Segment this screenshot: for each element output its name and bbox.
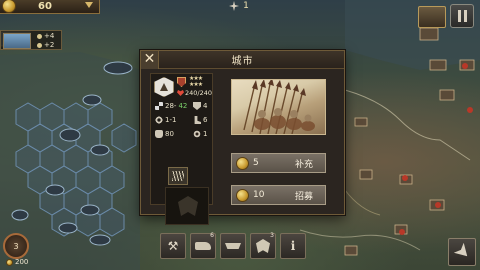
coin-icon [236, 188, 249, 202]
land-units-button[interactable]: 6 [190, 232, 216, 259]
kills-stat: 80 [155, 130, 174, 138]
unit-stats-panel: ★★★ ★★★ 240/240 28- 42 4 1-1 6 80 1 [150, 73, 213, 225]
range-icon [155, 116, 163, 124]
boot-icon [194, 116, 201, 124]
hp-row: 240/240 [177, 89, 212, 97]
unit-type-icon [154, 77, 174, 97]
rank-shield-icon [177, 77, 186, 87]
info-icon: i [290, 239, 296, 253]
coin-resource-bar[interactable]: 60 [0, 0, 100, 14]
end-turn-button[interactable] [448, 238, 476, 266]
coin-icon [236, 156, 249, 170]
coin-value: 60 [38, 1, 52, 12]
tank-icon [195, 242, 211, 250]
pause-icon [457, 10, 461, 22]
commander-level: 3 [13, 241, 19, 251]
shield-icon [193, 102, 201, 110]
coin-icon [6, 258, 13, 266]
city-dialog: 城市 ✕ ★★★ ★★★ 240/240 28- 42 4 1-1 6 80 1… [140, 50, 345, 225]
swords-icon [155, 102, 163, 110]
bottom-toolbar: ⚒ 6 3 i [160, 232, 320, 261]
dialog-header: 城市 [141, 51, 344, 69]
income-secondary-value: +2 [44, 41, 55, 49]
pause-button[interactable] [450, 4, 474, 28]
selected-tile-info[interactable]: +4 +2 [0, 30, 62, 50]
chevron-down-icon[interactable] [85, 2, 93, 8]
resupply-cost: 5 [253, 158, 259, 168]
faction-emblem-icon [165, 187, 209, 225]
movement-stat: 6 [193, 116, 207, 124]
air-units-button[interactable]: 3 [250, 232, 276, 259]
air-units-badge: 3 [270, 232, 274, 239]
recruit-button[interactable]: 10 招募 [231, 185, 326, 205]
ship-icon [225, 243, 241, 249]
emblem-icon [256, 239, 270, 253]
dialog-title: 城市 [231, 56, 254, 67]
hammer-icon: ⚒ [167, 239, 179, 253]
build-button[interactable]: ⚒ [160, 233, 186, 259]
resupply-label: 补充 [295, 159, 314, 170]
turn-counter: 1 [222, 0, 256, 12]
income-value: +4 [44, 32, 55, 40]
plane-icon [229, 1, 240, 11]
range-stat: 1-1 [155, 116, 176, 124]
turn-number: 1 [243, 1, 249, 11]
land-units-badge: 6 [210, 232, 214, 239]
defense-stat: 4 [193, 102, 207, 110]
tile-thumbnail [3, 33, 31, 49]
recruit-cost: 10 [253, 190, 265, 200]
unit-portrait [231, 79, 326, 135]
attack-stat: 28- 42 [155, 102, 187, 110]
commander-count: 200 [6, 258, 28, 266]
fist-icon [155, 130, 163, 138]
commander-avatar[interactable]: 3 [3, 233, 29, 259]
resource-dot-icon [37, 42, 42, 48]
hp-value: 240/240 [185, 89, 213, 97]
recruit-label: 招募 [295, 191, 314, 202]
sight-stat: 1 [193, 130, 207, 138]
naval-units-button[interactable] [220, 233, 246, 259]
close-button[interactable]: ✕ [141, 51, 159, 69]
city-overview-icon[interactable] [418, 6, 446, 28]
rank-stars-icon: ★★★ ★★★ [189, 75, 203, 88]
coin-icon [2, 0, 16, 13]
resource-dot-icon [37, 33, 42, 39]
pikemen-illustration [243, 80, 315, 134]
resupply-button[interactable]: 5 补充 [231, 153, 326, 173]
heart-icon [177, 90, 184, 96]
info-button[interactable]: i [280, 233, 306, 259]
eye-icon [193, 130, 201, 138]
terrain-grass-icon [168, 167, 188, 185]
